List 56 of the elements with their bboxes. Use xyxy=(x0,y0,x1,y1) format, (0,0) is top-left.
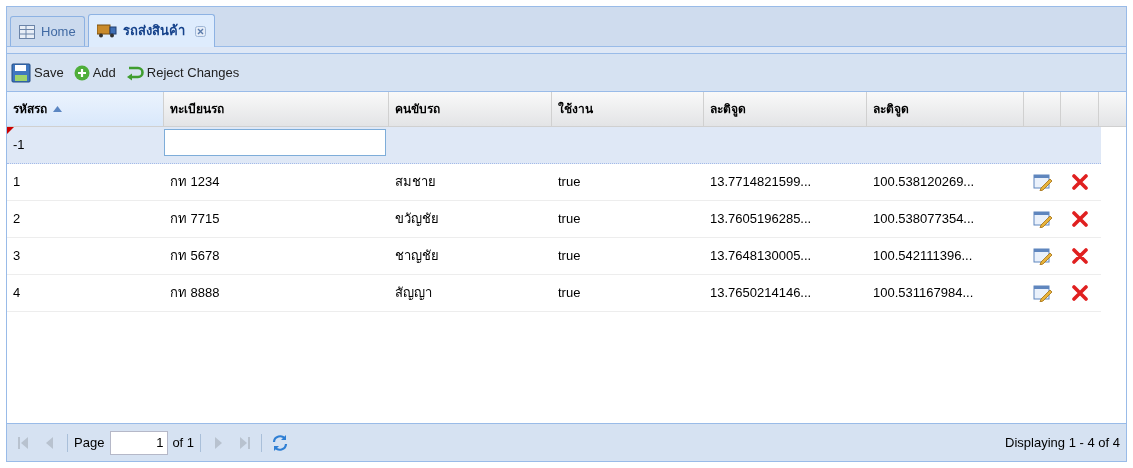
column-header[interactable]: คนขับรถ xyxy=(389,92,552,126)
table-cell-text: กท 1234 xyxy=(170,173,220,192)
table-cell-text: สัญญา xyxy=(395,284,432,303)
page-count-label: of 1 xyxy=(172,433,195,452)
table-cell-text: ชาญชัย xyxy=(395,247,439,266)
table-cell-text: สมชาย xyxy=(395,173,436,192)
table-cell-text: 100.538077354... xyxy=(873,210,975,229)
edit-icon[interactable] xyxy=(1032,210,1053,228)
page-label: Page xyxy=(74,433,105,452)
tab[interactable]: Home xyxy=(10,16,85,46)
table-cell-text: 100.538120269... xyxy=(873,173,975,192)
sort-ascending-icon xyxy=(53,106,62,112)
table-cell-text: 100.531167984... xyxy=(873,284,974,303)
input-field[interactable] xyxy=(164,129,386,156)
delete-icon[interactable] xyxy=(1072,248,1088,264)
paging-status-text: Displaying 1 - 4 of 4 xyxy=(1005,433,1120,452)
table-cell-text: true xyxy=(558,284,581,303)
edit-icon[interactable] xyxy=(1032,173,1053,191)
column-header[interactable]: ละติจูด xyxy=(704,92,867,126)
table-cell-text: 13.7650214146... xyxy=(710,284,812,303)
grid-icon xyxy=(19,24,35,39)
tab[interactable]: รถส่งสินค้า xyxy=(87,14,215,47)
edit-icon[interactable] xyxy=(1032,247,1053,265)
column-header[interactable]: รหัสรถ xyxy=(7,92,164,126)
table-cell-text: กท 7715 xyxy=(170,210,220,229)
toolbar-button[interactable]: Save xyxy=(11,62,64,83)
edit-icon[interactable] xyxy=(1032,284,1053,302)
dirty-marker-icon xyxy=(7,127,14,134)
page-number-field[interactable]: 1 xyxy=(110,430,169,455)
table-cell-text: 3 xyxy=(13,247,21,266)
table-cell-text: 100.542111396... xyxy=(873,247,973,266)
table-cell-text: กท 8888 xyxy=(170,284,220,303)
table-cell-text: 13.7648130005... xyxy=(710,247,812,266)
table-cell-text: 13.7605196285... xyxy=(710,210,812,229)
table-cell-text: ขวัญชัย xyxy=(395,210,439,229)
table-cell-text: 2 xyxy=(13,210,21,229)
table-cell-text: 1 xyxy=(13,173,21,192)
toolbar-button[interactable]: Add xyxy=(73,62,116,83)
table-cell-text: กท 5678 xyxy=(170,247,220,266)
delete-icon[interactable] xyxy=(1072,174,1088,190)
close-icon[interactable] xyxy=(194,25,206,37)
column-header[interactable]: ละติจูด xyxy=(867,92,1024,126)
delete-icon[interactable] xyxy=(1072,211,1088,227)
table-cell-text: true xyxy=(558,247,581,266)
table-cell-text: -1 xyxy=(13,136,25,155)
table-cell-text: 4 xyxy=(13,284,21,303)
table-cell-text: 13.7714821599... xyxy=(710,173,812,192)
table-cell-text: true xyxy=(558,210,581,229)
table-cell-text: true xyxy=(558,173,581,192)
column-header[interactable]: ทะเบียนรถ xyxy=(164,92,389,126)
truck-icon xyxy=(96,24,117,38)
undo-arrow-icon xyxy=(125,64,144,81)
plus-circle-icon xyxy=(73,64,90,81)
toolbar-button[interactable]: Reject Changes xyxy=(125,62,240,83)
delete-icon[interactable] xyxy=(1072,285,1088,301)
column-header[interactable]: ใช้งาน xyxy=(552,92,704,126)
